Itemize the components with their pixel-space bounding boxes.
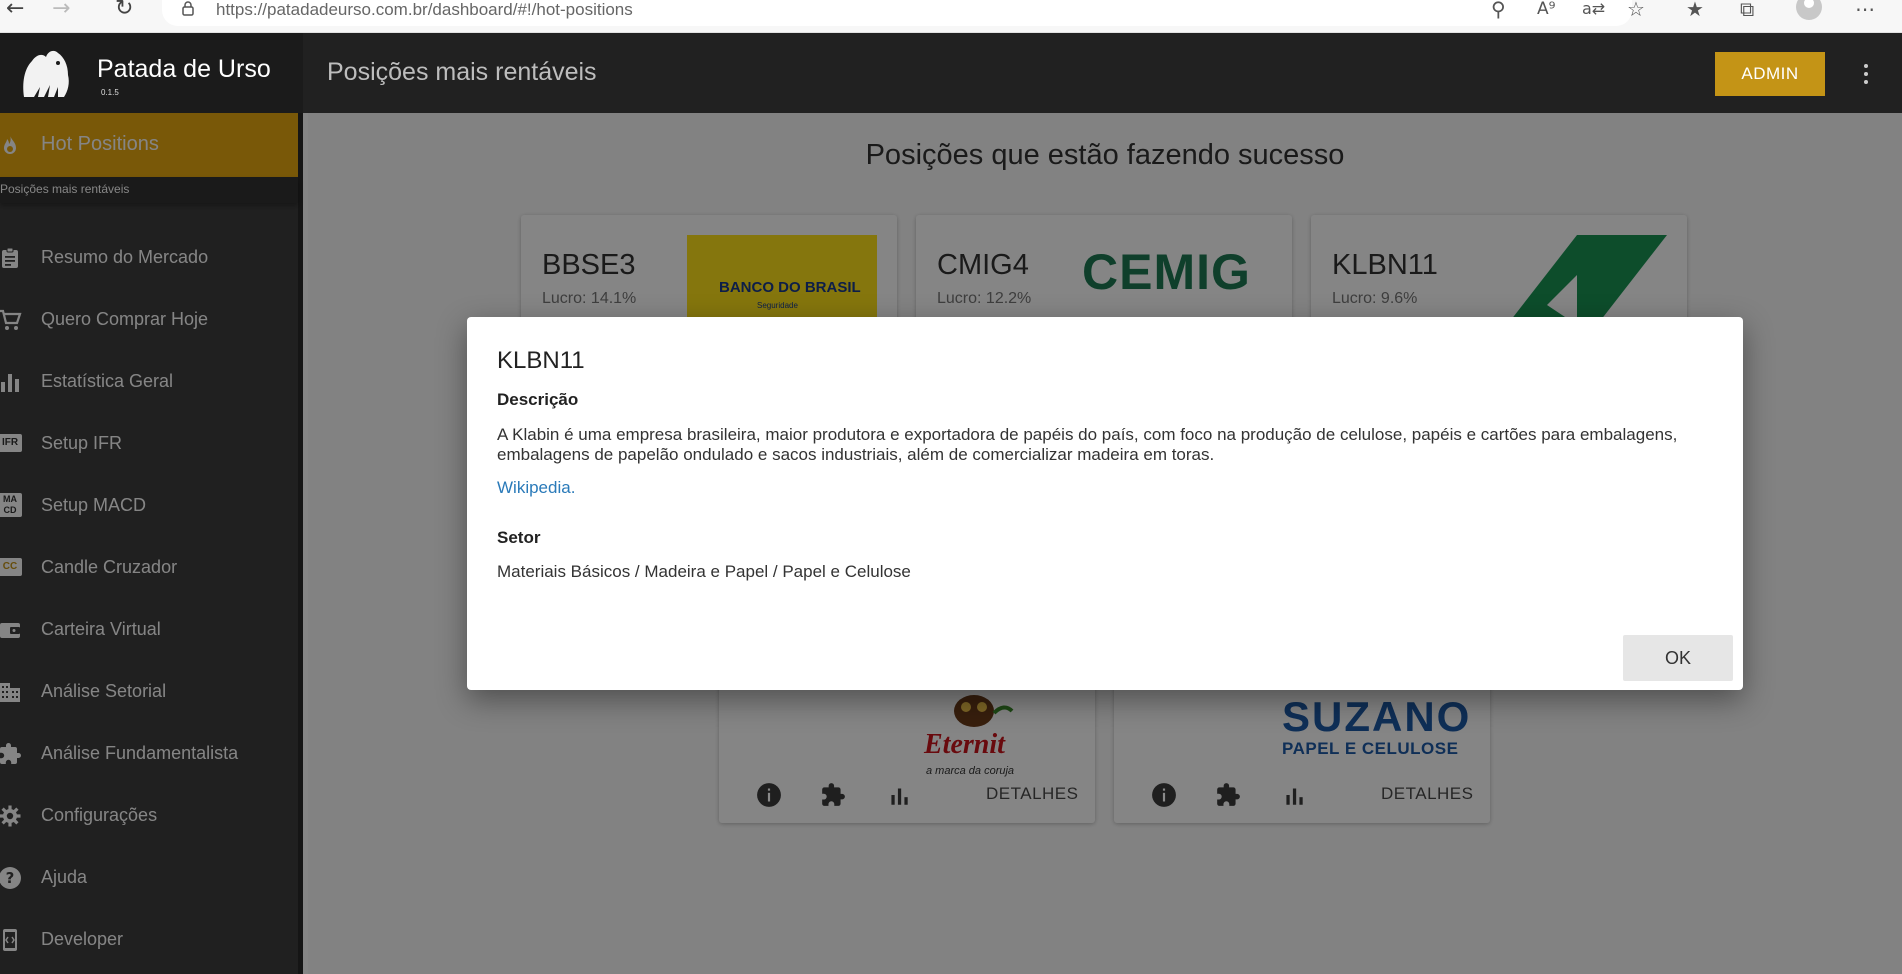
collections-icon[interactable]: ⧉ <box>1740 0 1754 19</box>
lock-icon[interactable] <box>180 0 196 16</box>
details-button[interactable]: DETALHES <box>1381 784 1474 804</box>
sector-heading: Setor <box>497 528 541 547</box>
favorites-icon[interactable]: ★ <box>1686 0 1704 19</box>
bar-chart-icon[interactable] <box>1281 782 1307 808</box>
company-info-dialog: KLBN11 Descrição A Klabin é uma empresa … <box>467 317 1743 690</box>
admin-button[interactable]: ADMIN <box>1715 52 1825 96</box>
app-version: 0.1.5 <box>101 88 119 97</box>
card-actions-eternit: DETALHES <box>719 780 1095 840</box>
url-host: https://patadadeurso.com.br <box>216 0 428 19</box>
puzzle-icon[interactable] <box>1215 782 1241 808</box>
more-options-icon[interactable] <box>1858 61 1874 87</box>
add-favorite-icon[interactable]: ☆ <box>1627 0 1645 19</box>
bar-chart-icon[interactable] <box>886 782 912 808</box>
profile-avatar[interactable] <box>1796 0 1822 20</box>
browser-toolbar: ← → ↻ https://patadadeurso.com.br/dashbo… <box>0 0 1902 33</box>
translate-icon[interactable]: a⇄ <box>1582 0 1605 18</box>
description-heading: Descrição <box>497 390 579 409</box>
browser-menu-icon[interactable]: ⋯ <box>1855 0 1875 19</box>
sector-text: Materiais Básicos / Madeira e Papel / Pa… <box>497 562 911 581</box>
bear-logo <box>23 50 69 97</box>
info-icon[interactable] <box>756 782 782 808</box>
read-aloud-icon[interactable]: A⁹ <box>1537 0 1555 18</box>
ok-button[interactable]: OK <box>1623 635 1733 681</box>
address-bar[interactable]: https://patadadeurso.com.br/dashboard/#!… <box>162 0 1632 26</box>
key-icon[interactable]: ⚲ <box>1491 0 1506 19</box>
brand[interactable]: Patada de Urso 0.1.5 <box>0 33 303 113</box>
card-actions-suzano: DETALHES <box>1114 780 1490 840</box>
wikipedia-link[interactable]: Wikipedia. <box>497 478 575 498</box>
app-name: Patada de Urso <box>97 55 271 83</box>
info-icon[interactable] <box>1151 782 1177 808</box>
url-text[interactable]: https://patadadeurso.com.br/dashboard/#!… <box>216 0 633 20</box>
puzzle-icon[interactable] <box>820 782 846 808</box>
app-toolbar: Patada de Urso 0.1.5 Posições mais rentá… <box>0 33 1902 113</box>
details-button[interactable]: DETALHES <box>986 784 1079 804</box>
back-icon[interactable]: ← <box>6 0 24 20</box>
dialog-title: KLBN11 <box>497 347 585 374</box>
forward-icon[interactable]: → <box>52 0 70 20</box>
page-heading: Posições mais rentáveis <box>327 58 597 86</box>
refresh-icon[interactable]: ↻ <box>115 0 133 20</box>
url-path: /dashboard/#!/hot-positions <box>427 0 633 19</box>
description-text: A Klabin é uma empresa brasileira, maior… <box>497 425 1678 464</box>
